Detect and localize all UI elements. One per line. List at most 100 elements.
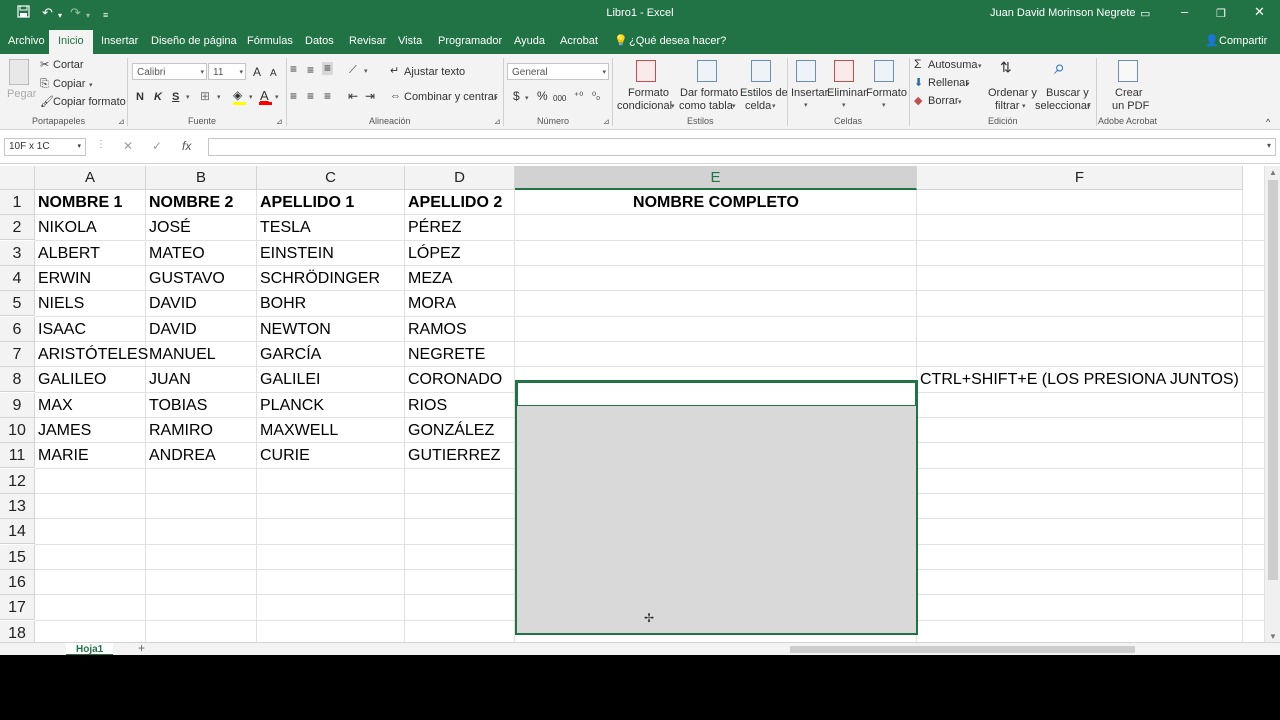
align-left-icon[interactable]: ≡	[290, 90, 297, 103]
row-header-1[interactable]: 1	[0, 190, 35, 215]
percent-button[interactable]: %	[537, 90, 548, 103]
column-header-b[interactable]: B	[146, 166, 257, 190]
cell-b1[interactable]: NOMBRE 2	[146, 190, 233, 215]
insert-cells-button[interactable]: Insertar	[791, 87, 828, 100]
cell-styles-icon[interactable]	[751, 60, 771, 82]
tab-inicio[interactable]: Inicio	[49, 30, 93, 54]
pdf-icon[interactable]	[1118, 60, 1138, 82]
cell-b8[interactable]: JUAN	[146, 367, 191, 392]
tab-revisar[interactable]: Revisar	[349, 35, 386, 48]
copy-button[interactable]: Copiar	[53, 78, 85, 91]
currency-button[interactable]: $	[513, 90, 520, 103]
align-bottom-icon[interactable]: ≡	[322, 62, 334, 75]
chevron-down-icon[interactable]: ▾	[364, 67, 368, 75]
tab-acrobat[interactable]: Acrobat	[560, 35, 598, 48]
cell-b6[interactable]: DAVID	[146, 317, 197, 342]
cell-e1[interactable]: NOMBRE COMPLETO	[515, 190, 917, 215]
wrap-text-button[interactable]: Ajustar texto	[404, 66, 465, 79]
column-header-c[interactable]: C	[257, 166, 405, 190]
chevron-down-icon[interactable]: ▾	[804, 101, 808, 109]
row-header-8[interactable]: 8	[0, 367, 35, 393]
cell-b10[interactable]: RAMIRO	[146, 418, 213, 443]
column-header-a[interactable]: A	[35, 166, 146, 190]
format-painter-button[interactable]: Copiar formato	[53, 96, 126, 109]
increase-decimal-icon[interactable]: ⁺⁰	[574, 90, 583, 103]
minimize-icon[interactable]: –	[1181, 4, 1188, 20]
row-header-11[interactable]: 11	[0, 443, 35, 469]
italic-button[interactable]: K	[154, 91, 162, 104]
chevron-down-icon[interactable]: ▾	[249, 93, 253, 101]
cancel-icon[interactable]: ✕	[123, 139, 133, 153]
chevron-down-icon[interactable]: ▾	[186, 93, 190, 101]
number-format-select[interactable]: General ▾	[507, 63, 609, 80]
cell-b2[interactable]: JOSÉ	[146, 215, 191, 240]
row-header-3[interactable]: 3	[0, 240, 35, 266]
cell-d10[interactable]: GONZÁLEZ	[405, 418, 494, 443]
row-header-5[interactable]: 5	[0, 291, 35, 317]
cell-c3[interactable]: EINSTEIN	[257, 241, 334, 266]
font-name-select[interactable]: Calibri ▾	[132, 63, 207, 80]
cell-f8[interactable]: CTRL+SHIFT+E (LOS PRESIONA JUNTOS)	[917, 367, 1239, 392]
cell-a2[interactable]: NIKOLA	[35, 215, 97, 240]
enter-icon[interactable]: ✓	[152, 139, 162, 153]
conditional-format-icon[interactable]	[636, 60, 656, 82]
cell-b4[interactable]: GUSTAVO	[146, 266, 225, 291]
align-right-icon[interactable]: ≡	[324, 90, 331, 103]
dialog-launcher-icon[interactable]: ⊿	[118, 116, 125, 127]
cell-c9[interactable]: PLANCK	[257, 393, 324, 418]
worksheet-grid[interactable]: ABCDEF 1 2 3 4 5 6 7 8 9 10 11 12 13 14 15 16 17 18 NOMBR…	[0, 166, 1264, 642]
wrap-text-icon[interactable]: ↵	[390, 65, 399, 78]
paste-button[interactable]: Pegar	[7, 88, 36, 101]
tab-programador[interactable]: Programador	[438, 35, 502, 48]
row-header-2[interactable]: 2	[0, 215, 35, 241]
row-header-6[interactable]: 6	[0, 316, 35, 342]
cell-d4[interactable]: MEZA	[405, 266, 452, 291]
row-header-18[interactable]: 18	[0, 620, 35, 642]
find-select-label-1[interactable]: Buscar y	[1046, 87, 1089, 100]
create-pdf-label-1[interactable]: Crear	[1115, 87, 1143, 100]
align-top-icon[interactable]: ≡	[290, 63, 297, 76]
tab-archivo[interactable]: Archivo	[8, 35, 45, 48]
cell-b3[interactable]: MATEO	[146, 241, 205, 266]
bold-button[interactable]: N	[136, 91, 144, 104]
cell-a3[interactable]: ALBERT	[35, 241, 100, 266]
fill-down-icon[interactable]: ⬇	[914, 77, 923, 90]
cell-c4[interactable]: SCHRÖDINGER	[257, 266, 380, 291]
cell-b7[interactable]: MANUEL	[146, 342, 216, 367]
tab-datos[interactable]: Datos	[305, 35, 334, 48]
tab-diseno-pagina[interactable]: Diseño de página	[151, 35, 237, 48]
cell-a1[interactable]: NOMBRE 1	[35, 190, 122, 215]
cell-styles-label-2[interactable]: celda	[745, 100, 771, 113]
select-all-corner[interactable]	[0, 166, 35, 190]
cell-a6[interactable]: ISAAC	[35, 317, 86, 342]
cell-c6[interactable]: NEWTON	[257, 317, 331, 342]
dialog-launcher-icon[interactable]: ⊿	[276, 116, 283, 127]
clear-button[interactable]: Borrar	[928, 95, 959, 108]
thousands-button[interactable]: 000	[553, 92, 566, 105]
cell-a9[interactable]: MAX	[35, 393, 73, 418]
chevron-down-icon[interactable]: ▾	[842, 101, 846, 109]
share-button[interactable]: Compartir	[1219, 35, 1267, 48]
cell-d9[interactable]: RIOS	[405, 393, 447, 418]
column-header-e[interactable]: E	[515, 166, 917, 190]
merge-center-button[interactable]: Combinar y centrar	[404, 91, 498, 104]
tab-ayuda[interactable]: Ayuda	[514, 35, 545, 48]
cell-d2[interactable]: PÉREZ	[405, 215, 461, 240]
cell-d1[interactable]: APELLIDO 2	[405, 190, 502, 215]
orientation-icon[interactable]: ⟋	[349, 64, 357, 77]
format-as-table-label-1[interactable]: Dar formato	[680, 87, 738, 100]
cell-c1[interactable]: APELLIDO 1	[257, 190, 354, 215]
chevron-down-icon[interactable]: ▾	[1087, 102, 1091, 110]
chevron-down-icon[interactable]: ▾	[1267, 141, 1271, 150]
cell-a7[interactable]: ARISTÓTELES	[35, 342, 148, 367]
insert-cells-icon[interactable]	[796, 60, 816, 82]
cell-a11[interactable]: MARIE	[35, 443, 89, 468]
sort-filter-label-1[interactable]: Ordenar y	[988, 87, 1037, 100]
paste-icon[interactable]	[9, 59, 29, 85]
chevron-down-icon[interactable]: ▾	[494, 94, 498, 102]
chevron-down-icon[interactable]: ▾	[671, 102, 675, 110]
row-header-4[interactable]: 4	[0, 265, 35, 291]
format-cells-button[interactable]: Formato	[866, 87, 907, 100]
tab-insertar[interactable]: Insertar	[101, 35, 138, 48]
merge-icon[interactable]: ⇔	[390, 90, 401, 103]
